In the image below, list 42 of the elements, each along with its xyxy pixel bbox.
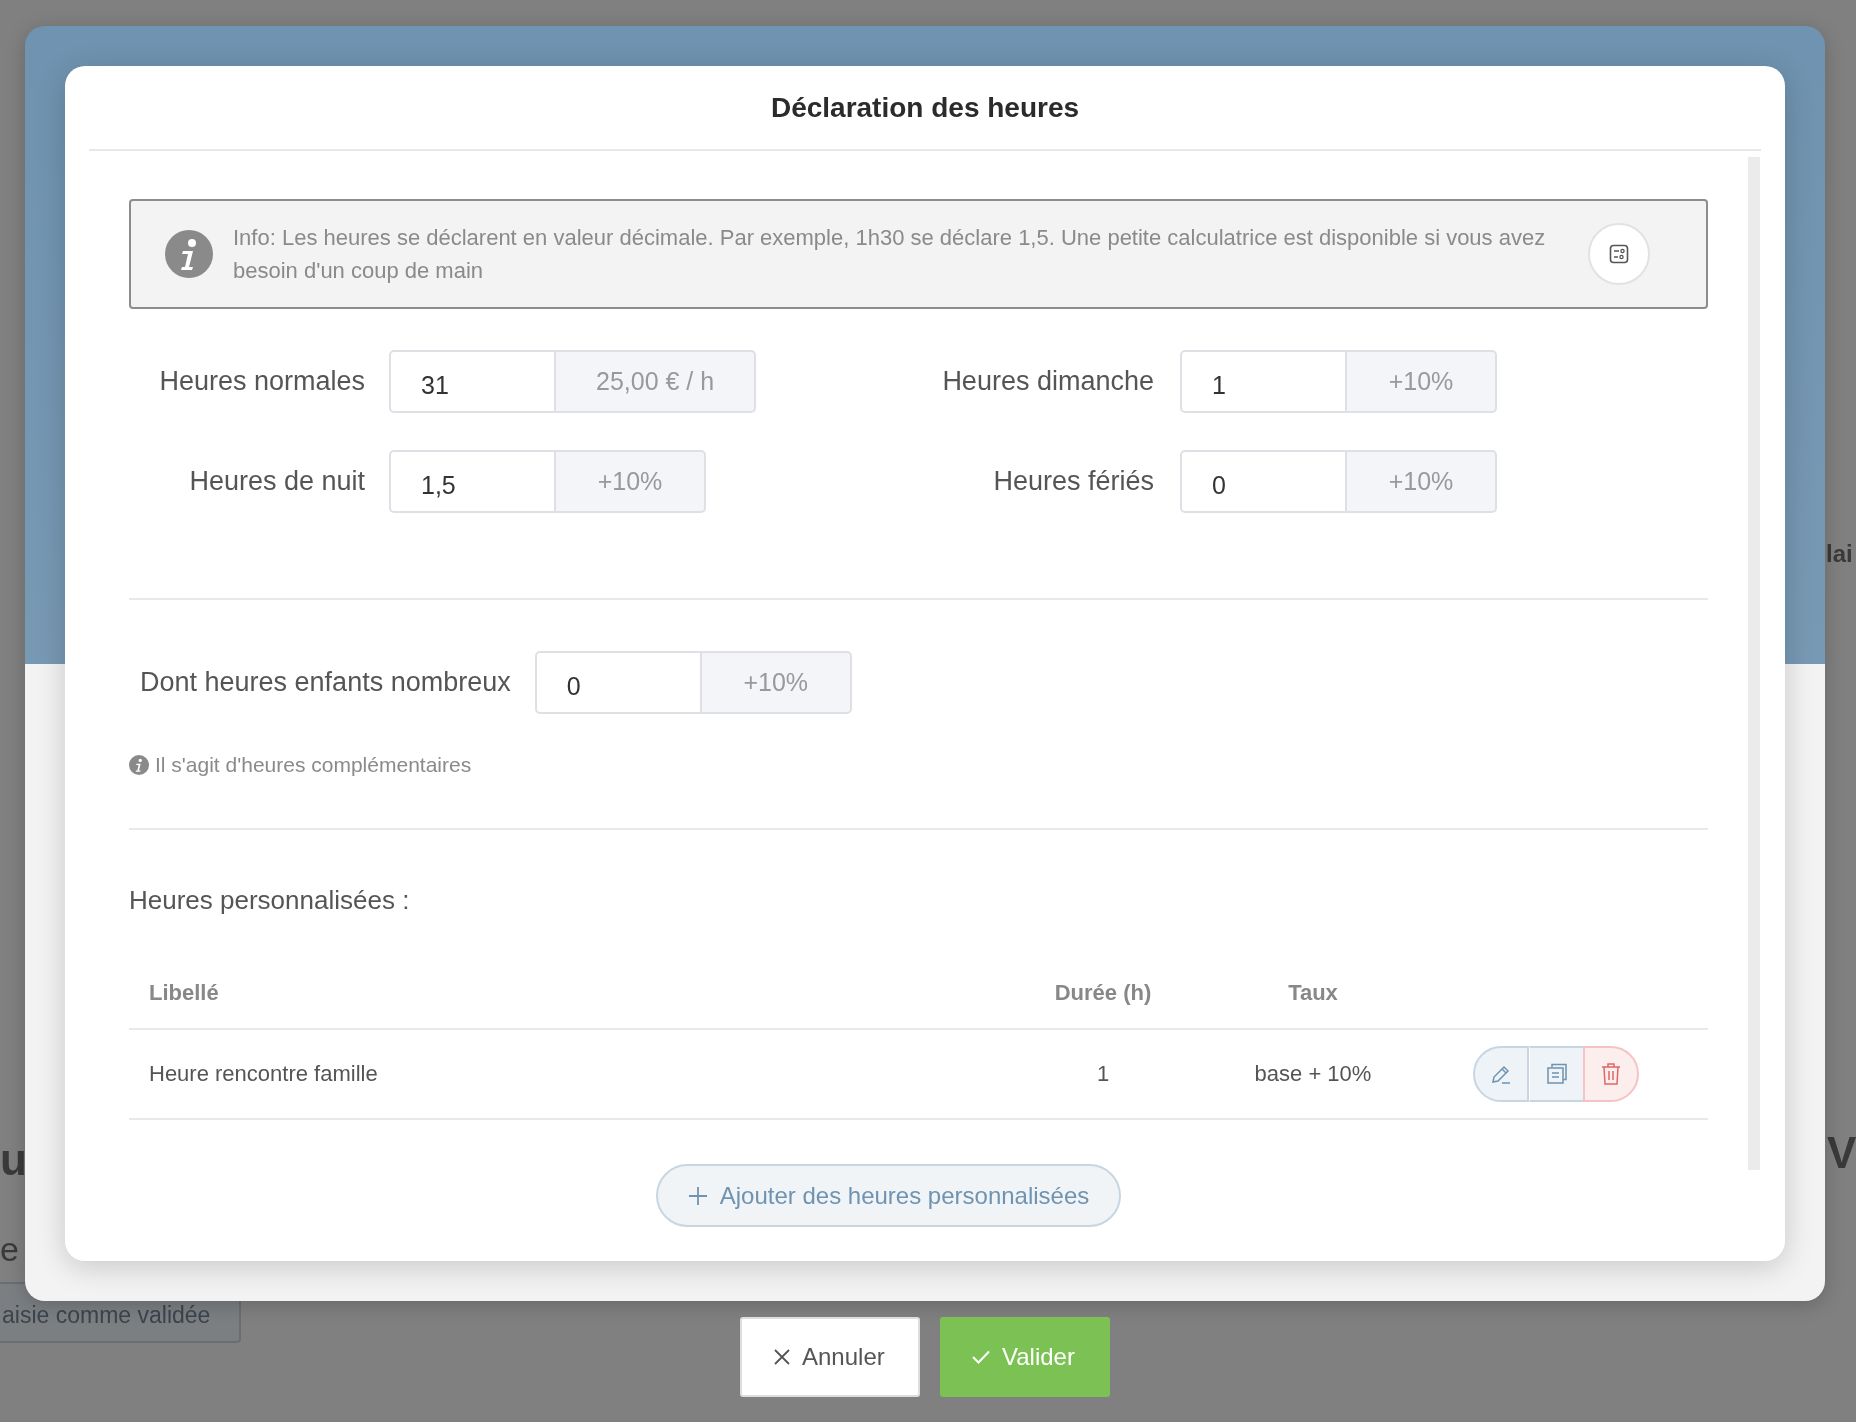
field-label: Heures dimanche xyxy=(941,366,1154,397)
close-icon xyxy=(774,1349,790,1365)
hours-input[interactable]: 31 xyxy=(389,350,556,413)
info-icon xyxy=(165,230,213,278)
rate-addon: +10% xyxy=(701,651,852,714)
table-cell-text: base + 10% xyxy=(1253,1061,1373,1087)
duplicate-button[interactable] xyxy=(1529,1046,1583,1102)
field-label: Dont heures enfants nombreux xyxy=(140,667,511,698)
section-title: Heures personnalisées : xyxy=(129,885,411,916)
plus-icon xyxy=(687,1185,708,1206)
column-header: Taux xyxy=(1287,980,1339,1006)
delete-button[interactable] xyxy=(1583,1046,1639,1102)
info-icon xyxy=(129,755,149,775)
trash-icon xyxy=(1601,1063,1621,1085)
dialog-title: Déclaration des heures xyxy=(770,91,1080,124)
cancel-button[interactable]: Annuler xyxy=(740,1317,920,1397)
column-header: Libellé xyxy=(149,980,220,1006)
hours-input[interactable]: 0 xyxy=(534,651,702,714)
check-icon xyxy=(972,1350,990,1364)
calculator-icon xyxy=(1609,244,1629,264)
background-text: V xyxy=(1827,1128,1856,1178)
field-label: Heures fériés xyxy=(992,466,1154,497)
rate-addon: +10% xyxy=(1347,450,1497,513)
table-cell-text: 1 xyxy=(1095,1061,1111,1087)
pencil-icon xyxy=(1490,1063,1512,1085)
rate-addon: +10% xyxy=(556,450,706,513)
background-text: u xyxy=(0,1135,27,1185)
edit-button[interactable] xyxy=(1473,1046,1529,1102)
hours-input[interactable]: 1,5 xyxy=(389,450,556,513)
field-label: Heures normales xyxy=(158,366,365,397)
table-cell-text: Heure rencontre famille xyxy=(149,1061,379,1087)
rate-addon: +10% xyxy=(1347,350,1497,413)
info-text: Info: Les heures se déclarent en valeur décimale. Par exemple, 1h30 se déclare 1,5. Une petite calculatrice est disponible si vous avez besoin d'un coup de main xyxy=(233,224,1547,285)
field-label: Heures de nuit xyxy=(188,466,365,497)
rate-addon: 25,00 € / h xyxy=(556,350,757,413)
column-header: Durée (h) xyxy=(1053,980,1153,1006)
hint-text: Il s'agit d'heures complémentaires xyxy=(155,753,472,777)
copy-icon xyxy=(1545,1063,1568,1085)
hours-input[interactable]: 0 xyxy=(1180,450,1347,513)
background-text: lai xyxy=(1826,540,1853,568)
background-text: e xyxy=(0,1230,19,1269)
hours-input[interactable]: 1 xyxy=(1180,350,1347,413)
